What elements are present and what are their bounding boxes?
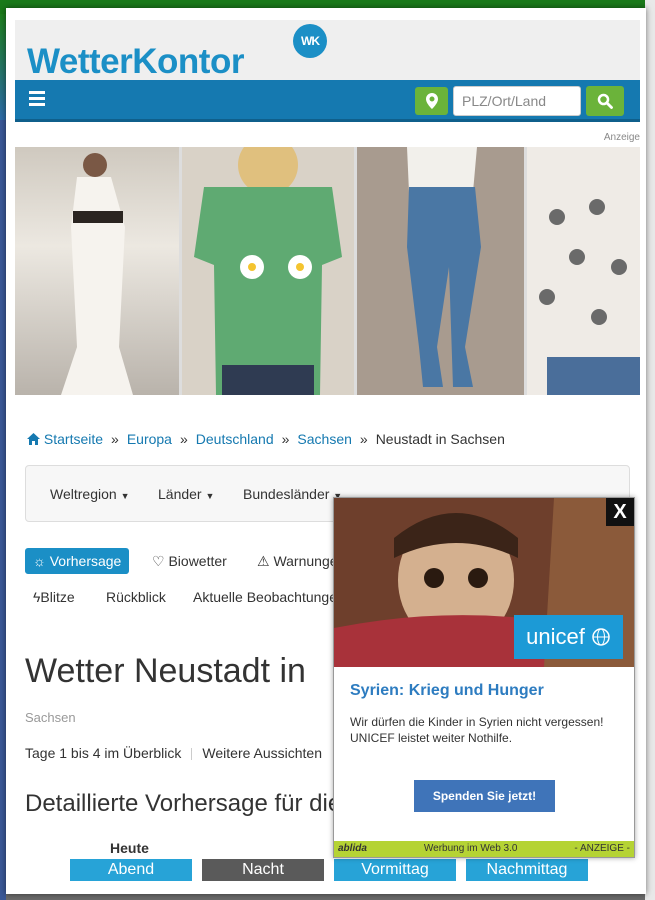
tab-blitze[interactable]: ϟBlitze xyxy=(33,584,75,610)
ad-image-jeans[interactable] xyxy=(357,147,524,395)
daytime-button-vormittag[interactable]: Vormittag xyxy=(334,859,456,881)
day-label: Heute xyxy=(110,840,149,856)
caret-down-icon: ▼ xyxy=(120,491,130,501)
popup-text: Wir dürfen die Kinder in Syrien nicht ve… xyxy=(350,715,604,745)
site-header: WetterKontor WK xyxy=(15,20,640,82)
globe-icon xyxy=(592,628,610,646)
ablida-brand[interactable]: ablida xyxy=(338,841,367,857)
breadcrumb-home[interactable]: Startseite xyxy=(44,431,103,447)
map-marker-icon xyxy=(425,93,438,109)
tab-rueckblick[interactable]: Rückblick xyxy=(106,584,166,610)
overview-link-days[interactable]: Tage 1 bis 4 im Überblick xyxy=(25,745,181,761)
popup-title: Syrien: Krieg und Hunger xyxy=(350,682,544,699)
breadcrumb: Startseite » Europa » Deutschland » Sachsen » Ne… xyxy=(27,431,505,447)
fashion-ad-banner[interactable] xyxy=(15,147,640,395)
breadcrumb-europa[interactable]: Europa xyxy=(127,431,172,447)
donate-button[interactable]: Spenden Sie jetzt! xyxy=(414,780,555,812)
main-navbar xyxy=(15,80,640,122)
search-icon xyxy=(597,93,613,109)
daytime-button-nachmittag[interactable]: Nachmittag xyxy=(466,859,588,881)
breadcrumb-separator: » xyxy=(179,431,188,447)
region-menu-weltregion[interactable]: Weltregion ▼ xyxy=(50,486,129,502)
breadcrumb-deutschland[interactable]: Deutschland xyxy=(196,431,274,447)
background-right-edge xyxy=(645,0,655,900)
hamburger-menu-icon[interactable] xyxy=(29,91,49,109)
section-title: Detaillierte Vorhersage für die xyxy=(25,790,342,817)
link-divider xyxy=(191,748,193,761)
daytime-buttons: Abend Nacht Vormittag Nachmittag xyxy=(70,859,630,883)
breadcrumb-separator: » xyxy=(281,431,290,447)
logo-badge: WK xyxy=(293,24,327,58)
search-button[interactable] xyxy=(586,86,624,116)
page-title: Wetter Neustadt in xyxy=(25,652,306,690)
breadcrumb-separator: » xyxy=(111,431,119,447)
overview-links: Tage 1 bis 4 im Überblick Weitere Aussich… xyxy=(25,745,322,761)
region-menu-laender[interactable]: Länder ▼ xyxy=(158,486,214,502)
breadcrumb-sachsen[interactable]: Sachsen xyxy=(297,431,351,447)
sun-icon: ☼ xyxy=(33,553,46,569)
daytime-button-abend[interactable]: Abend xyxy=(70,859,192,881)
popup-footer: ablida Werbung im Web 3.0 - ANZEIGE - xyxy=(334,841,634,857)
footer-ad-label: - ANZEIGE - xyxy=(574,843,630,854)
site-logo[interactable]: WetterKontor xyxy=(27,42,244,82)
breadcrumb-current: Neustadt in Sachsen xyxy=(375,431,505,447)
unicef-brand-text: unicef xyxy=(526,624,585,649)
unicef-ad-popup[interactable]: X unicef Syrien: Krieg und Hunger Wir dü… xyxy=(333,497,635,858)
tab-aktuelle-beobachtungen[interactable]: Aktuelle Beobachtungen xyxy=(193,584,345,610)
page-subtitle: Sachsen xyxy=(25,710,76,725)
daytime-button-nacht[interactable]: Nacht xyxy=(202,859,324,881)
ad-image-green-shirt[interactable] xyxy=(182,147,354,395)
warning-icon: ⚠ xyxy=(257,553,270,569)
caret-down-icon: ▼ xyxy=(205,491,215,501)
home-icon xyxy=(27,433,40,445)
tab-vorhersage[interactable]: ☼ Vorhersage xyxy=(25,548,130,574)
location-button[interactable] xyxy=(415,87,448,115)
ad-label: Anzeige xyxy=(603,132,640,143)
location-search-input[interactable] xyxy=(453,86,581,116)
heart-icon: ♡ xyxy=(152,553,165,569)
overview-link-outlook[interactable]: Weitere Aussichten xyxy=(202,745,322,761)
region-menu-bundeslaender[interactable]: Bundesländer ▼ xyxy=(243,486,342,502)
footer-tagline: Werbung im Web 3.0 xyxy=(423,843,518,854)
ad-image-dotted-blouse[interactable] xyxy=(527,147,640,395)
popup-close-button[interactable]: X xyxy=(606,498,634,526)
tab-biowetter[interactable]: ♡ Biowetter xyxy=(152,548,227,574)
ad-image-white-dress[interactable] xyxy=(15,147,179,395)
breadcrumb-separator: » xyxy=(359,431,368,447)
unicef-logo: unicef xyxy=(514,615,623,659)
